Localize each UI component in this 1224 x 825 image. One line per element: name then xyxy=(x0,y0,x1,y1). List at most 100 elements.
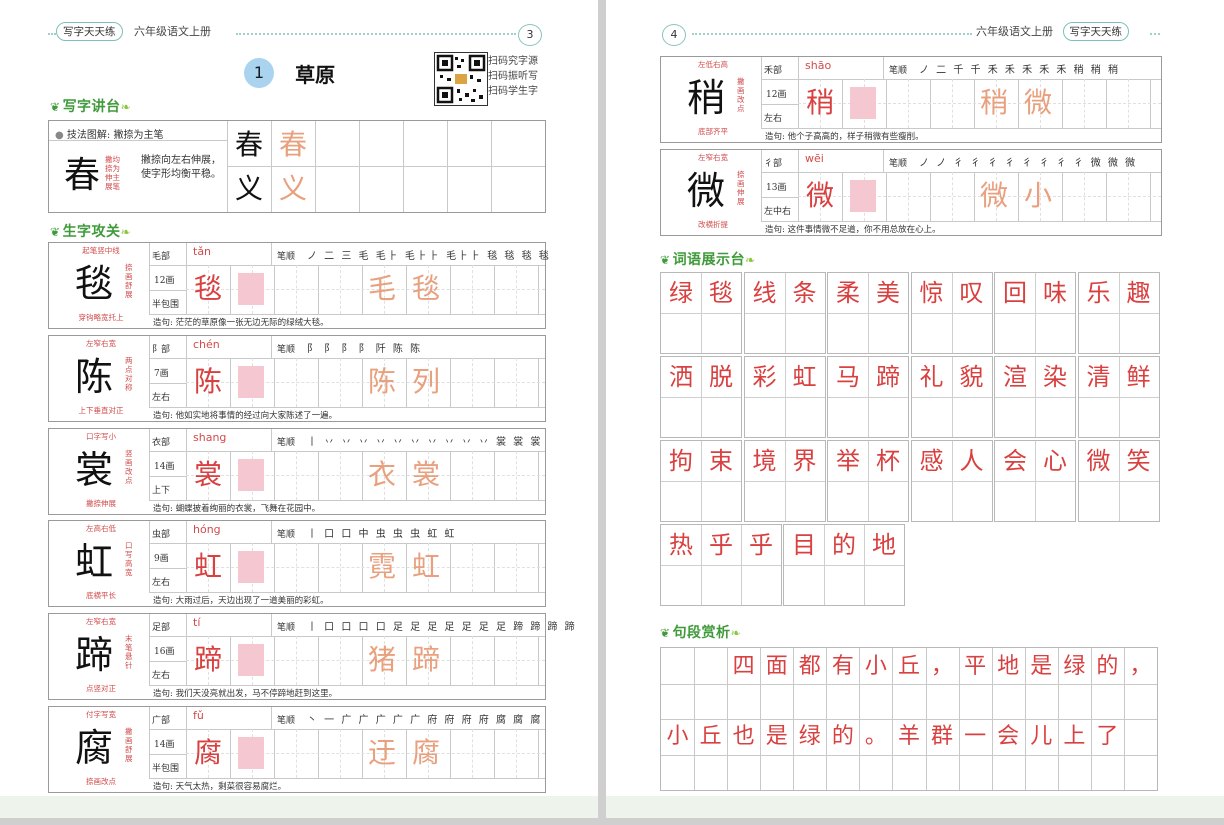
divider xyxy=(186,243,187,314)
word-group: 举杯 xyxy=(827,440,909,522)
word-trace: 蹄 xyxy=(411,643,440,677)
card-side-note: 撇画改点 xyxy=(737,77,745,113)
card-bottom-note: 底横平长 xyxy=(86,591,116,601)
divider xyxy=(149,499,545,501)
stroke-order: 丨 丷 丷 丷 丷 丷 丷 丷 丷 丷 丷 裳 裳 裳 xyxy=(307,436,543,448)
guide-line xyxy=(911,397,952,398)
divider xyxy=(798,57,799,128)
card-top-note: 左高右低 xyxy=(86,524,116,534)
guide-line xyxy=(1035,313,1075,314)
page-number: 3 xyxy=(518,24,542,46)
word-char: 虹 xyxy=(792,363,817,391)
card-top-note: 付字写宽 xyxy=(86,710,116,719)
section-title-text: 生字攻关 xyxy=(62,224,121,240)
example-sentence: 造句: 大雨过后，天边出现了一道美丽的彩虹。 xyxy=(153,596,329,607)
guide-line xyxy=(661,313,701,314)
model-char: 毯 xyxy=(193,272,222,305)
radical: 阝部 xyxy=(152,344,171,355)
divider xyxy=(149,778,545,779)
passage-char: 会 xyxy=(997,724,1020,749)
character-card: 左窄右宽蹄 末笔悬针 点竖对正 足部 16画 左右 tí 笔顺丨 口 口 口 口 足 足 足 … xyxy=(48,613,575,701)
passage-char: 一 xyxy=(964,724,987,749)
word-char: 清 xyxy=(1086,363,1111,391)
word-trace: 微 xyxy=(979,179,1008,212)
word-cell: 人 xyxy=(951,441,992,521)
divider xyxy=(271,121,272,212)
word-char: 惊 xyxy=(919,279,944,307)
word-group: 感人 xyxy=(910,440,993,522)
divider xyxy=(149,335,150,408)
divider xyxy=(149,290,186,291)
divider xyxy=(761,104,798,105)
divider xyxy=(798,150,799,221)
divider xyxy=(149,685,545,687)
guide-line xyxy=(784,565,824,566)
word-char: 杯 xyxy=(876,447,900,475)
divider xyxy=(271,428,272,452)
qr-caption[interactable]: 扫码究字源 xyxy=(488,54,538,69)
guide-line xyxy=(1118,481,1159,482)
word-cell: 地 xyxy=(864,525,904,605)
card-char: 稍 xyxy=(686,76,725,120)
model-char: 腐 xyxy=(193,736,222,769)
word-group: 绿毯 xyxy=(660,272,742,354)
character-card: 口字写小裳 竖画改点 撇捺伸展 衣部 14画 上下 shang 笔顺丨 丷 丷 丷 丷 丷 丷… xyxy=(48,427,546,515)
footer-band xyxy=(606,796,1224,818)
passage-char: 面 xyxy=(765,654,788,679)
example-sentence: 造句: 他如实地将事情的经过向大家陈述了一遍。 xyxy=(153,410,338,421)
passage-char: 上 xyxy=(1063,724,1086,749)
divider xyxy=(186,428,187,500)
stroke-order: 丨 口 口 中 虫 虫 虫 虹 虹 xyxy=(307,529,457,541)
guide-line xyxy=(911,313,952,314)
word-cell: 条 xyxy=(784,273,825,353)
stroke-count: 13画 xyxy=(766,183,787,193)
card-top-note: 口字写小 xyxy=(86,431,116,441)
word-cell: 拘 xyxy=(661,441,702,521)
radical: 彳部 xyxy=(764,159,783,169)
word-group: 线条 xyxy=(743,272,826,354)
guide-line xyxy=(868,313,908,314)
card-side-note: 两点对称 xyxy=(125,355,133,392)
divider xyxy=(49,140,227,141)
model-char: 稍 xyxy=(805,86,834,119)
section-title-text: 词语展示台 xyxy=(672,252,746,268)
word-trace: 小 xyxy=(1023,179,1052,212)
card-side-note: 口写高宽 xyxy=(125,541,133,578)
qr-caption[interactable]: 扫码振听写 xyxy=(488,69,538,84)
qr-caption[interactable]: 扫码学生字 xyxy=(488,84,538,99)
word-char: 乐 xyxy=(1086,279,1111,307)
card-char: 毯 xyxy=(74,262,113,306)
word-cell: 惊 xyxy=(911,273,953,353)
word-char: 微 xyxy=(1086,447,1111,475)
passage-char: 群 xyxy=(931,724,954,749)
word-cell: 感 xyxy=(911,441,953,521)
word-cell: 乎 xyxy=(701,525,742,605)
word-trace: 微 xyxy=(1023,86,1052,119)
divider xyxy=(149,568,186,570)
passage-char: 也 xyxy=(732,724,755,749)
header-dots xyxy=(1150,33,1160,35)
divider xyxy=(447,121,448,212)
word-cell: 貌 xyxy=(951,357,992,437)
trace-block xyxy=(238,551,264,584)
card-side-note: 捺画伸展 xyxy=(737,170,745,206)
divider xyxy=(186,335,187,407)
passage-char: 儿 xyxy=(1030,724,1053,749)
radical: 广部 xyxy=(152,716,171,726)
card-top-note: 左低右高 xyxy=(698,60,728,69)
stroke-count: 9画 xyxy=(154,554,169,565)
passage-char: 是 xyxy=(1030,654,1053,679)
header-chip: 写字天天练 xyxy=(1062,22,1129,41)
guide-line xyxy=(784,397,825,398)
word-group: 微笑 xyxy=(1077,440,1160,522)
word-trace: 陈 xyxy=(367,364,396,398)
divider xyxy=(661,754,1157,756)
card-top-note: 起笔竖中线 xyxy=(82,246,120,255)
word-char: 界 xyxy=(792,447,817,475)
word-cell: 味 xyxy=(1035,273,1075,353)
guide-line xyxy=(701,313,741,314)
qr-code-icon[interactable] xyxy=(434,52,488,106)
word-cell: 心 xyxy=(1035,441,1075,521)
word-cell: 染 xyxy=(1035,357,1075,437)
structure: 左右 xyxy=(152,578,171,589)
